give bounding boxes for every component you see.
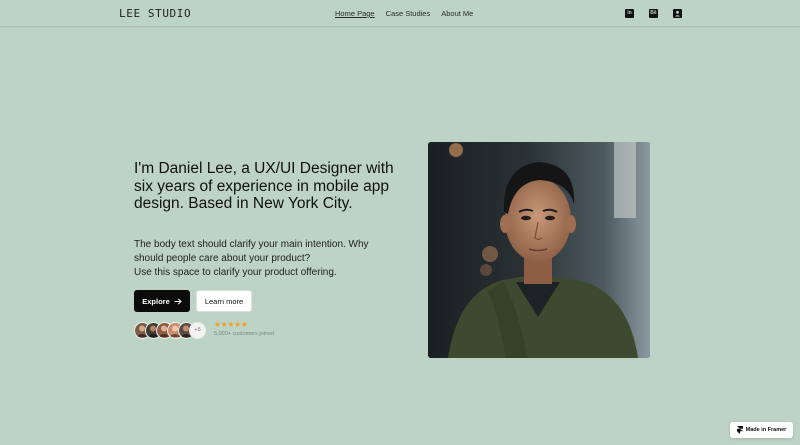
top-navbar: LEE STUDIO Home Page Case Studies About …	[0, 0, 800, 27]
more-customers-badge: +5	[189, 322, 206, 339]
rating-stars: ★★★★★	[214, 320, 248, 329]
linkedin-icon[interactable]: in	[625, 9, 634, 18]
nav-case-studies[interactable]: Case Studies	[386, 9, 431, 18]
contact-icon[interactable]	[673, 9, 682, 18]
nav-about-me[interactable]: About Me	[441, 9, 473, 18]
hero-body-line: The body text should clarify your main i…	[134, 239, 369, 250]
hero-body-line: Use this space to clarify your product o…	[134, 267, 337, 278]
hero-body-text: The body text should clarify your main i…	[134, 238, 394, 280]
explore-button[interactable]: Explore	[134, 290, 190, 312]
hero-body-line: should people care about your product?	[134, 253, 311, 264]
framer-logo-icon	[736, 426, 743, 434]
hero-title: I'm Daniel Lee, a UX/UI Designer with si…	[134, 160, 394, 212]
site-logo[interactable]: LEE STUDIO	[119, 7, 191, 20]
explore-button-label: Explore	[142, 296, 170, 306]
customer-avatars: +5	[134, 322, 214, 339]
made-in-framer-label: Made in Framer	[745, 427, 787, 433]
customers-joined-text: 5,000+ customers joined	[214, 331, 275, 337]
made-in-framer-badge[interactable]: Made in Framer	[730, 422, 793, 438]
learn-more-button[interactable]: Learn more	[196, 290, 252, 312]
main-nav: Home Page Case Studies About Me	[335, 9, 473, 18]
learn-more-label: Learn more	[204, 296, 244, 306]
hero-portrait-image	[428, 142, 650, 358]
arrow-right-icon	[174, 297, 182, 305]
nav-home-page[interactable]: Home Page	[335, 9, 375, 18]
behance-icon[interactable]: Bē	[649, 9, 658, 18]
